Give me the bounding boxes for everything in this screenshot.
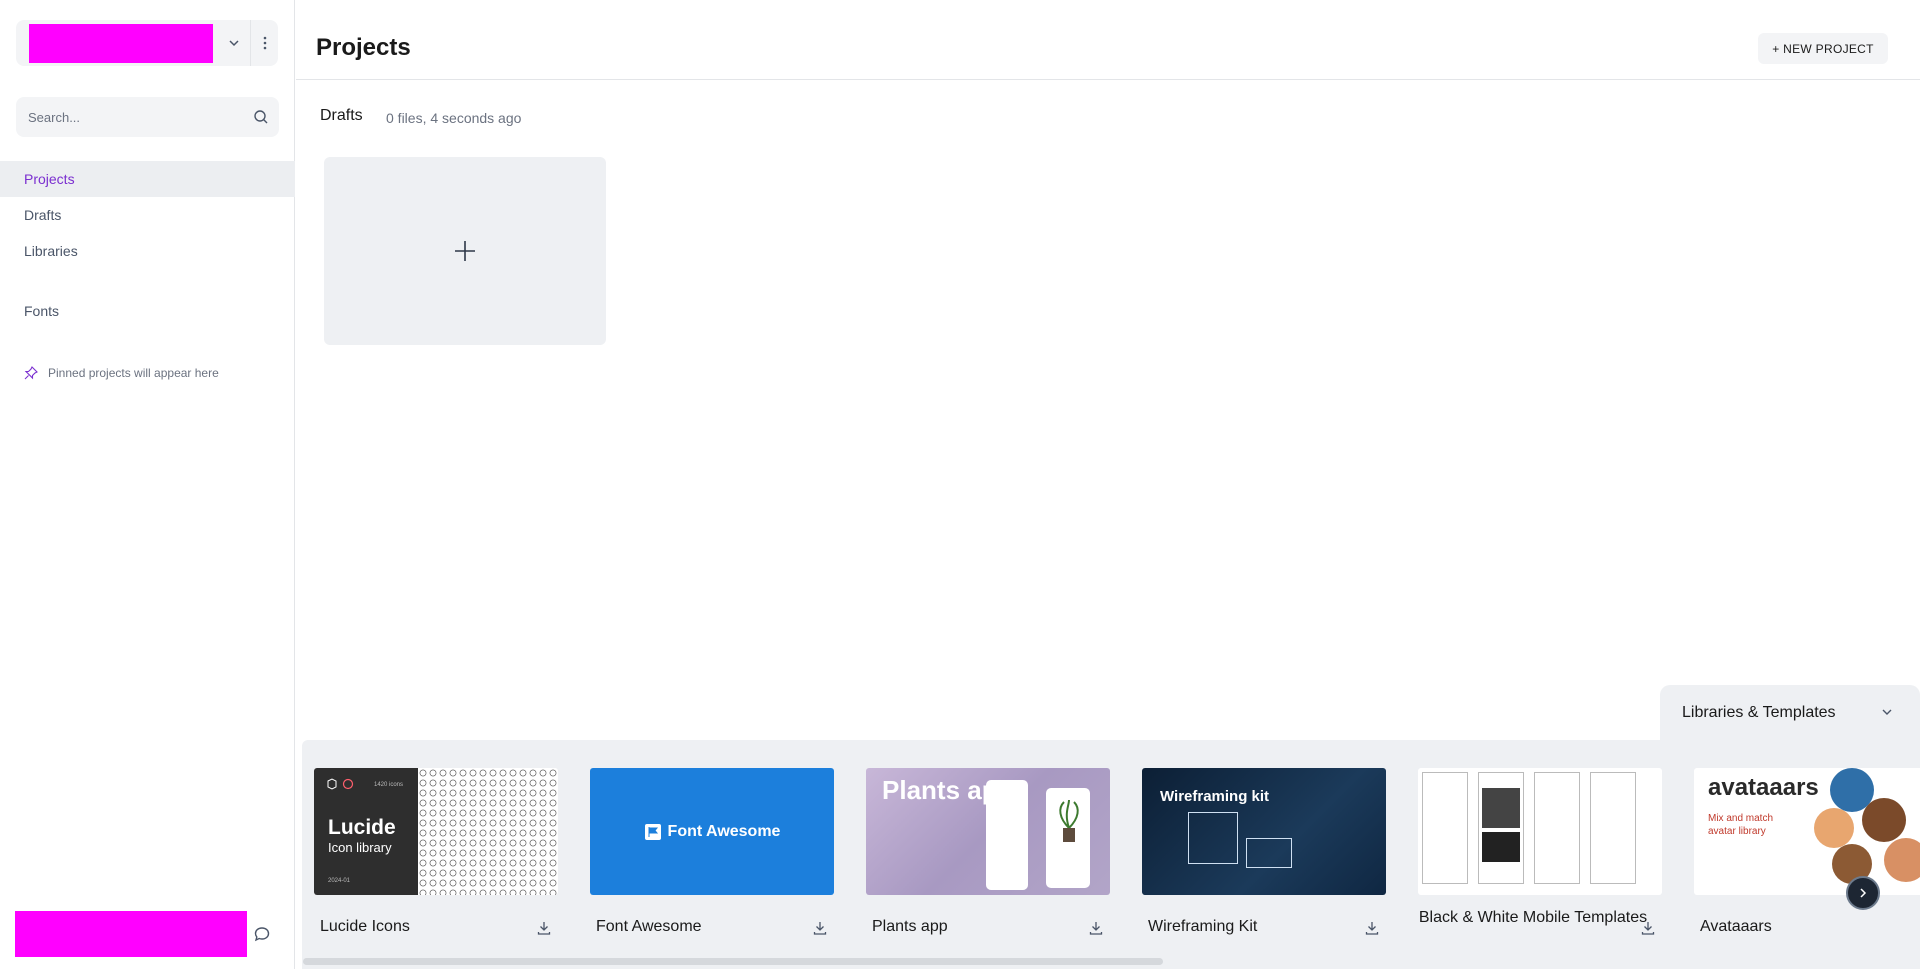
libraries-templates-panel: 1420 icons Lucide Icon library 2024-01 L… [302,740,1920,969]
template-card[interactable]: Font Awesome Font Awesome [590,768,834,935]
page-title: Projects [316,34,411,61]
sidebar-item-fonts[interactable]: Fonts [0,293,295,329]
feedback-chat-icon[interactable] [252,924,272,944]
thumb-subtitle: Mix and match avatar library [1708,813,1774,837]
template-card[interactable]: Plants app Plants app [866,768,1110,935]
download-icon[interactable] [536,920,552,936]
team-name-redacted[interactable] [29,24,213,63]
screen-mockup [1534,772,1580,884]
template-name: Black & White Mobile Templates [1418,909,1648,926]
chevron-down-icon[interactable] [220,20,248,66]
download-icon[interactable] [1640,920,1656,936]
download-icon[interactable] [1364,920,1380,936]
template-name: Avataaars [1700,918,1772,935]
template-card[interactable]: 1420 icons Lucide Icon library 2024-01 L… [314,768,558,935]
thumb-subtitle: Icon library [328,840,392,855]
icon-grid-pattern [418,768,558,895]
sidebar-item-projects[interactable]: Projects [0,161,295,197]
thumb-title: avataaars [1708,774,1819,801]
photo-placeholder [1482,832,1520,862]
libraries-templates-toggle[interactable]: Libraries & Templates [1660,685,1920,740]
main-content: Projects + NEW PROJECT Drafts 0 files, 4… [296,0,1920,969]
team-switcher[interactable] [16,20,278,66]
template-thumbnail[interactable]: 1420 icons Lucide Icon library 2024-01 [314,768,558,895]
search-icon[interactable] [253,109,269,125]
sidebar: Projects Drafts Libraries Fonts Pinned p… [0,0,295,969]
plant-icon [1059,799,1079,842]
more-vertical-icon[interactable] [252,20,278,66]
phone-mockup [986,780,1028,890]
thumb-title: Font Awesome [667,822,781,840]
plus-icon [455,241,475,261]
sidebar-item-libraries[interactable]: Libraries [0,233,295,269]
template-name: Wireframing Kit [1148,918,1258,935]
template-card[interactable]: avataaars Mix and match avatar library A… [1694,768,1920,935]
new-project-button[interactable]: + NEW PROJECT [1758,33,1888,64]
photo-placeholder [1482,788,1520,828]
carousel-next-button[interactable] [1846,876,1880,910]
search-input[interactable] [16,97,246,137]
profile-redacted[interactable] [15,911,247,957]
template-thumbnail[interactable]: avataaars Mix and match avatar library [1694,768,1920,895]
screen-mockup [1590,772,1636,884]
avatar-illustration [1862,798,1906,842]
flag-icon [644,823,661,840]
download-icon[interactable] [812,920,828,936]
divider [250,20,251,66]
app-window: Projects Drafts Libraries Fonts Pinned p… [0,0,1920,969]
thumb-date: 2024-01 [328,878,351,884]
thumb-title: Wireframing kit [1160,788,1270,805]
pin-icon [24,366,38,380]
sidebar-nav: Projects Drafts Libraries Fonts [0,161,295,329]
template-thumbnail[interactable] [1418,768,1662,895]
drafts-meta: 0 files, 4 seconds ago [386,110,522,126]
template-name: Lucide Icons [320,918,410,935]
avatar-illustration [1814,808,1854,848]
thumb-count: 1420 icons [374,782,404,788]
search-box [16,97,279,137]
pinned-projects-hint: Pinned projects will appear here [24,366,219,380]
pinned-hint-text: Pinned projects will appear here [48,366,219,380]
template-thumbnail[interactable]: Plants app [866,768,1110,895]
template-card[interactable]: Black & White Mobile Templates [1418,768,1662,935]
chevron-down-icon [1882,709,1892,715]
libraries-templates-label: Libraries & Templates [1682,703,1836,721]
new-draft-card[interactable] [324,157,606,345]
download-icon[interactable] [1088,920,1104,936]
thumb-title: Lucide [328,816,396,839]
screen-mockup [1422,772,1468,884]
sidebar-item-drafts[interactable]: Drafts [0,197,295,233]
template-thumbnail[interactable]: Font Awesome [590,768,834,895]
wireframe-box [1246,838,1292,868]
template-card[interactable]: Wireframing kit Wireframing Kit [1142,768,1386,935]
avatar-illustration [1884,838,1920,882]
horizontal-scrollbar[interactable] [303,958,1163,965]
wireframe-box [1188,812,1238,864]
chevron-right-icon [1860,888,1867,898]
template-thumbnail[interactable]: Wireframing kit [1142,768,1386,895]
drafts-section-title[interactable]: Drafts [320,107,363,125]
logo-icon [327,778,354,790]
template-name: Plants app [872,918,948,935]
template-name: Font Awesome [596,918,702,935]
page-header: Projects + NEW PROJECT [296,0,1920,80]
